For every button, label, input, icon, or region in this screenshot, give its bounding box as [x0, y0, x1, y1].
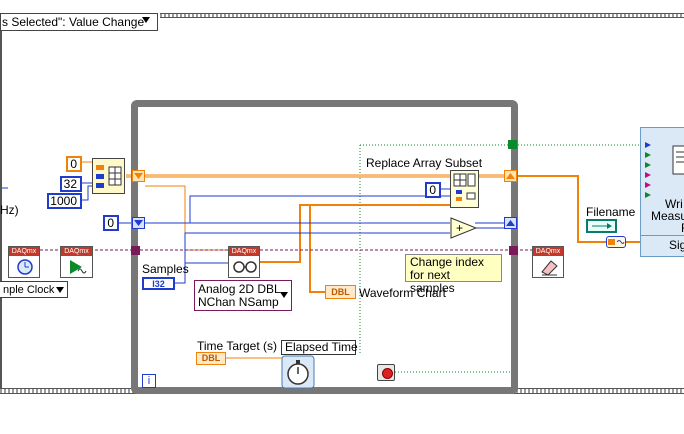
convert-to-dynamic-data[interactable] — [606, 236, 626, 248]
daqmx-start-node[interactable]: DAQmx — [60, 246, 93, 278]
iteration-label: i — [147, 375, 151, 387]
note-line2: for next samples — [410, 268, 455, 295]
time-target-label: Time Target (s) — [197, 339, 278, 353]
samples-control[interactable]: I32 — [142, 277, 175, 290]
comment-note: Change index for next samples — [405, 254, 502, 295]
path-icon — [592, 223, 612, 229]
read-instance-line2: NChan NSamp — [198, 295, 279, 309]
daqmx-badge: DAQmx — [533, 247, 563, 256]
initialize-array-icon — [96, 165, 122, 188]
eraser-icon — [541, 260, 558, 276]
iteration-terminal: i — [142, 374, 156, 388]
chevron-down-icon — [134, 173, 143, 179]
constant-1000-value: 1000 — [50, 194, 77, 208]
event-case-label: s Selected": Value Change — [2, 15, 145, 29]
waveform-chart-type: DBL — [331, 287, 350, 297]
subvi-text-2: Measu — [651, 209, 684, 223]
constant-zero-index-value: 0 — [107, 216, 114, 230]
chevron-down-icon — [56, 287, 64, 293]
sample-clock-label: nple Clock — [3, 284, 55, 296]
daqmx-timing-node[interactable]: DAQmx — [8, 246, 40, 278]
constant-1000[interactable]: 1000 — [47, 193, 82, 209]
constant-zero-replace[interactable]: 0 — [425, 182, 441, 198]
constant-32[interactable]: 32 — [60, 176, 82, 192]
stop-icon — [382, 368, 393, 379]
stopwatch-icon — [281, 355, 315, 389]
time-target-control[interactable]: DBL — [196, 352, 226, 365]
replace-array-subset-node[interactable] — [450, 170, 479, 208]
shift-register-left[interactable] — [132, 170, 145, 182]
shift-register-index-left[interactable] — [132, 217, 145, 229]
samples-label: Samples — [142, 262, 189, 276]
subvi-divider — [641, 235, 684, 236]
constant-zero-top-value: 0 — [70, 157, 77, 171]
filename-control[interactable] — [586, 219, 617, 233]
play-icon — [70, 260, 87, 274]
daqmx-badge: DAQmx — [9, 247, 39, 256]
constant-zero-index[interactable]: 0 — [103, 215, 119, 231]
constant-32-value: 32 — [63, 177, 77, 191]
constant-zero-top[interactable]: 0 — [66, 156, 82, 172]
event-case-dropdown-icon[interactable] — [141, 15, 151, 25]
task-tunnel-right[interactable] — [509, 246, 518, 255]
replace-array-icon — [453, 173, 476, 201]
constant-zero-replace-value: 0 — [429, 183, 436, 197]
task-tunnel-left[interactable] — [131, 246, 140, 255]
daqmx-badge: DAQmx — [229, 247, 259, 256]
shift-register-index-right[interactable] — [504, 217, 517, 229]
event-structure-border-top — [160, 13, 684, 18]
svg-text:+: + — [456, 221, 463, 235]
samples-type: I32 — [152, 279, 165, 289]
elapsed-time-label: Elapsed Time — [281, 340, 358, 355]
input-terminals-icon — [645, 142, 651, 198]
shift-register-right[interactable] — [504, 170, 517, 182]
chevron-down-icon — [134, 220, 143, 226]
conversion-icon — [608, 239, 625, 245]
chevron-down-icon — [280, 292, 288, 298]
stop-button-terminal[interactable] — [377, 364, 395, 381]
replace-array-subset-label: Replace Array Subset — [366, 156, 483, 170]
elapsed-time-express-vi[interactable]: Elapsed Time — [281, 340, 358, 390]
time-target-type: DBL — [201, 353, 221, 363]
daqmx-read-node[interactable]: DAQmx — [228, 246, 260, 278]
clock-icon — [17, 259, 33, 275]
chevron-up-icon — [506, 220, 515, 226]
glasses-icon — [233, 261, 257, 273]
waveform-chart-terminal[interactable]: DBL — [325, 285, 356, 299]
file-icon — [672, 145, 684, 175]
filename-label: Filename — [586, 205, 636, 219]
subvi-text-4: Sig — [669, 238, 684, 252]
sample-clock-selector[interactable]: nple Clock — [0, 281, 68, 298]
read-instance-selector[interactable]: Analog 2D DBL NChan NSamp — [194, 280, 292, 311]
chevron-up-icon — [506, 173, 515, 179]
sample-rate-label: Hz) — [0, 203, 19, 217]
event-case-selector[interactable]: s Selected": Value Change — [0, 13, 158, 31]
daqmx-badge: DAQmx — [61, 247, 92, 256]
initialize-array-node[interactable] — [92, 158, 125, 194]
daqmx-clear-node[interactable]: DAQmx — [532, 246, 564, 278]
add-function-icon[interactable]: + — [450, 217, 477, 239]
write-measurement-file-express-vi[interactable]: Wri Measu F Sig — [640, 127, 684, 257]
int-wire — [82, 185, 92, 201]
boolean-tunnel[interactable] — [508, 140, 517, 149]
